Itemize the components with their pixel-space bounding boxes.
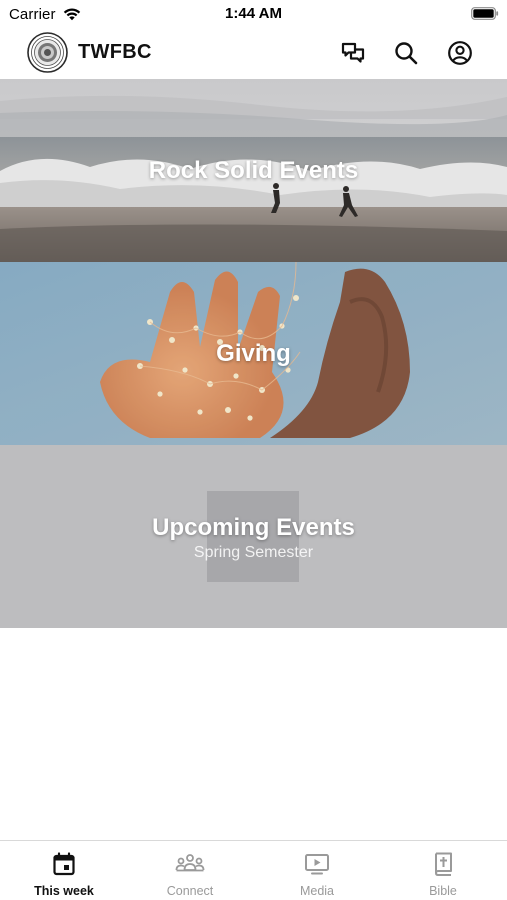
- status-time: 1:44 AM: [225, 5, 282, 22]
- card-title: Upcoming Events: [152, 514, 355, 541]
- status-bar: Carrier 1:44 AM: [0, 0, 507, 28]
- search-button[interactable]: [391, 38, 421, 68]
- tab-media[interactable]: Media: [254, 841, 380, 900]
- account-button[interactable]: [445, 38, 475, 68]
- church-seal-logo[interactable]: [27, 32, 68, 73]
- upcoming-events-card[interactable]: Upcoming Events Spring Semester: [0, 445, 507, 628]
- bottom-tab-bar: This week Connect Media Bible: [0, 840, 507, 900]
- chat-icon: [341, 42, 365, 63]
- battery-icon: [471, 7, 499, 20]
- bible-icon: [435, 852, 452, 876]
- tab-connect[interactable]: Connect: [127, 841, 253, 900]
- card-subtitle: Spring Semester: [193, 544, 314, 561]
- app-title: TWFBC: [78, 41, 152, 63]
- tab-this-week[interactable]: This week: [1, 841, 127, 900]
- giving-card[interactable]: Giving: [0, 262, 507, 445]
- tab-label: This week: [34, 884, 94, 898]
- screen: Carrier 1:44 AM TWFBC Rock Solid Events …: [0, 0, 507, 900]
- app-header: TWFBC: [0, 28, 507, 78]
- account-icon: [448, 41, 472, 65]
- chat-button[interactable]: [338, 38, 368, 68]
- tab-bible[interactable]: Bible: [380, 841, 506, 900]
- play-screen-icon: [305, 854, 329, 875]
- tab-label: Media: [299, 884, 335, 898]
- card-title: Rock Solid Events: [148, 157, 359, 184]
- card-title: Giving: [216, 340, 291, 367]
- search-icon: [395, 42, 418, 65]
- rock-solid-events-card[interactable]: Rock Solid Events: [0, 79, 507, 262]
- calendar-icon: [53, 852, 75, 876]
- tab-label: Connect: [166, 884, 214, 898]
- tab-label: Bible: [429, 884, 457, 898]
- people-icon: [175, 854, 205, 872]
